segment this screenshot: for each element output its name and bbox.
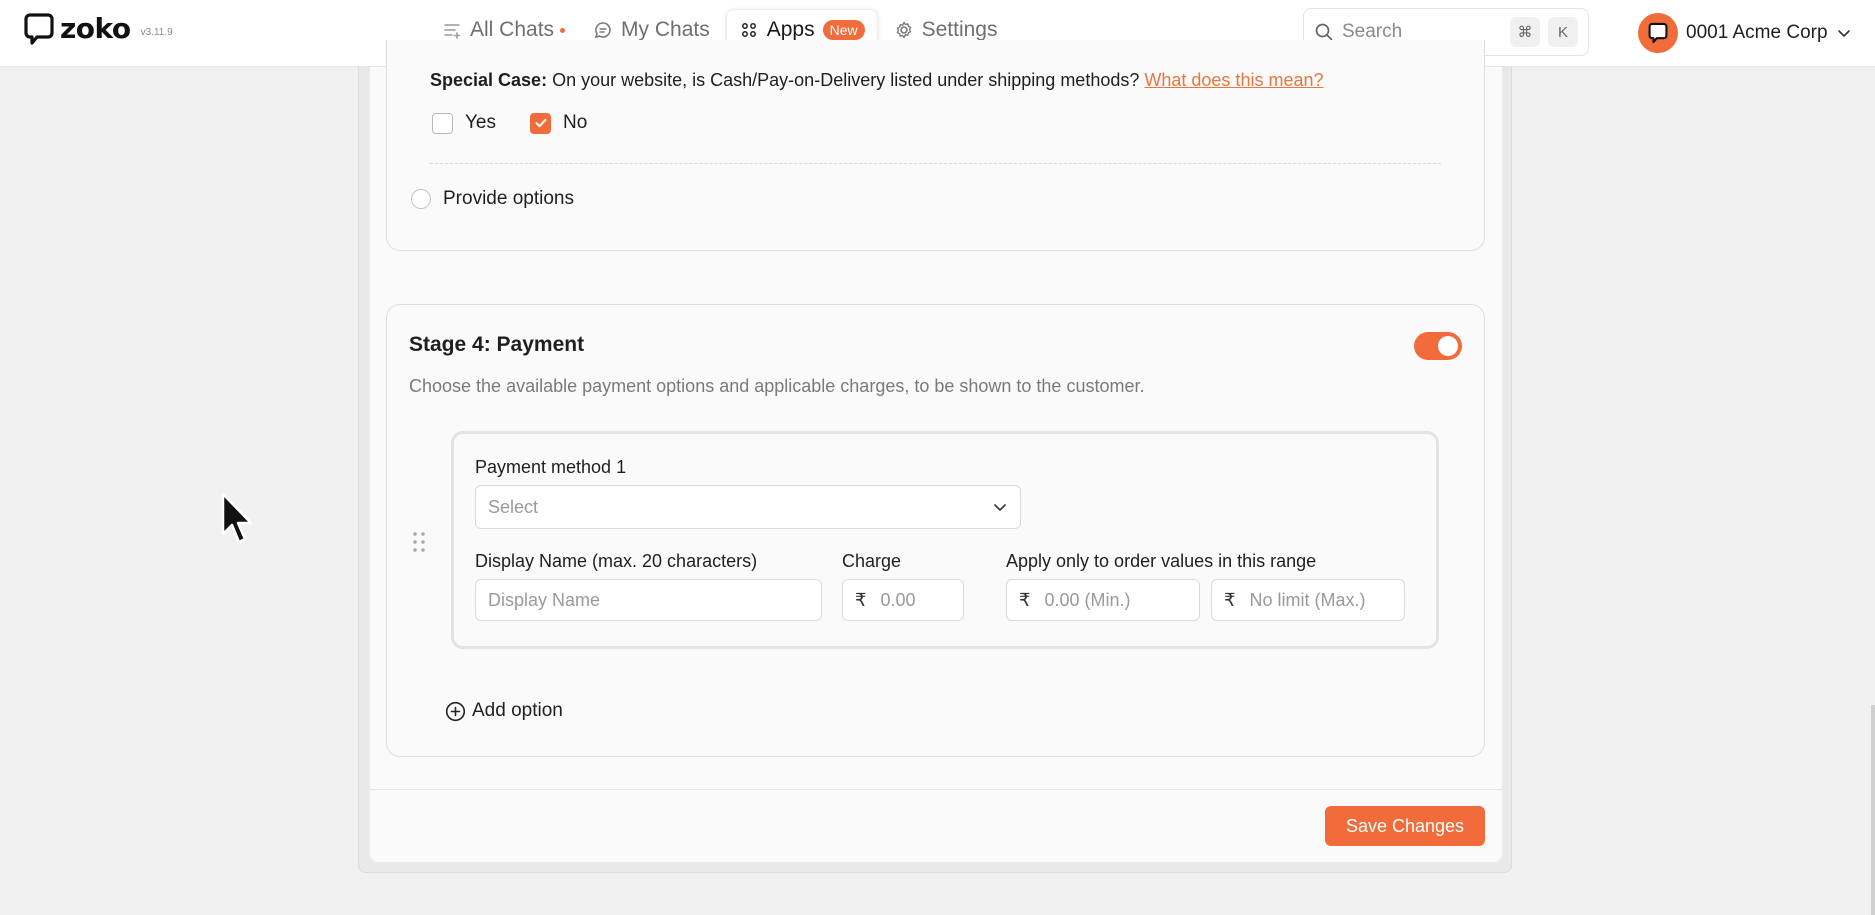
chevron-down-icon [994,504,1006,512]
logo-text: zoko [60,12,131,45]
search-icon [1315,23,1333,41]
max-value-input[interactable]: ₹ No limit (Max.) [1211,579,1405,621]
input-placeholder: No limit (Max.) [1249,589,1366,610]
plus-circle-icon [445,701,466,721]
help-link[interactable]: What does this mean? [1144,70,1323,90]
footer-divider [370,789,1502,790]
zoko-logo-icon [24,13,54,45]
range-label: Apply only to order values in this range [1006,551,1317,571]
account-switcher[interactable]: 0001 Acme Corp [1638,12,1852,54]
check-icon [535,118,546,128]
new-badge: New [822,20,865,40]
unread-dot [560,27,566,33]
list-icon [444,24,461,39]
logo[interactable]: zoko v3.11.9 [24,12,173,46]
avatar [1638,13,1678,53]
nav-item-label: Apps [766,18,815,41]
drag-handle-icon[interactable] [412,530,426,554]
app-version: v3.11.9 [140,26,173,38]
shortcut-key-k: K [1548,17,1578,47]
chat-bubble-icon [594,22,611,39]
radio-label: Provide options [443,188,574,209]
nav-item-label: Settings [921,18,998,41]
input-placeholder: 0.00 [880,589,916,610]
shortcut-key-cmd: ⌘ [1510,17,1540,47]
stage-description: Choose the available payment options and… [409,376,1145,396]
dashed-divider [430,163,1441,164]
option-yes[interactable]: Yes [432,112,496,134]
select-placeholder: Select [488,496,539,517]
account-name: 0001 Acme Corp [1686,22,1828,43]
radio-button[interactable] [411,189,431,209]
zoko-logo-icon [1648,22,1668,44]
stage-title: Stage 4: Payment [409,333,585,356]
rupee-icon: ₹ [855,589,867,610]
payment-method-title: Payment method 1 [475,457,627,477]
provide-options-radio[interactable]: Provide options [411,188,574,210]
option-no[interactable]: No [530,112,587,134]
chevron-down-icon [1837,30,1850,38]
no-checkbox[interactable] [530,112,551,134]
scrollbar[interactable] [1871,705,1875,915]
min-value-input[interactable]: ₹ 0.00 (Min.) [1006,579,1200,621]
special-case-label: Special Case: [430,70,548,90]
charge-input[interactable]: ₹ 0.00 [842,579,964,621]
input-placeholder: Display Name [488,589,601,610]
mouse-cursor-icon [221,492,253,544]
special-case-text: On your website, is Cash/Pay-on-Delivery… [552,70,1140,90]
charge-label: Charge [842,551,902,571]
add-option-button[interactable]: Add option [445,700,563,722]
rupee-icon: ₹ [1224,589,1236,610]
display-name-label: Display Name (max. 20 characters) [475,551,758,571]
yes-checkbox[interactable] [432,112,453,134]
option-label: Yes [465,112,496,133]
save-changes-button[interactable]: Save Changes [1325,806,1485,846]
grid-icon [741,23,756,37]
nav-item-label: All Chats [470,18,555,41]
add-option-label: Add option [472,700,563,721]
input-placeholder: 0.00 (Min.) [1044,589,1131,610]
display-name-input[interactable]: Display Name [475,579,822,621]
gear-icon [896,21,911,39]
payment-method-select[interactable]: Select [475,485,1021,529]
special-case-question: Special Case: On your website, is Cash/P… [430,70,1324,91]
option-label: No [563,112,588,133]
rupee-icon: ₹ [1019,589,1031,610]
nav-item-label: My Chats [621,18,710,41]
stage-enabled-toggle[interactable] [1414,332,1462,360]
